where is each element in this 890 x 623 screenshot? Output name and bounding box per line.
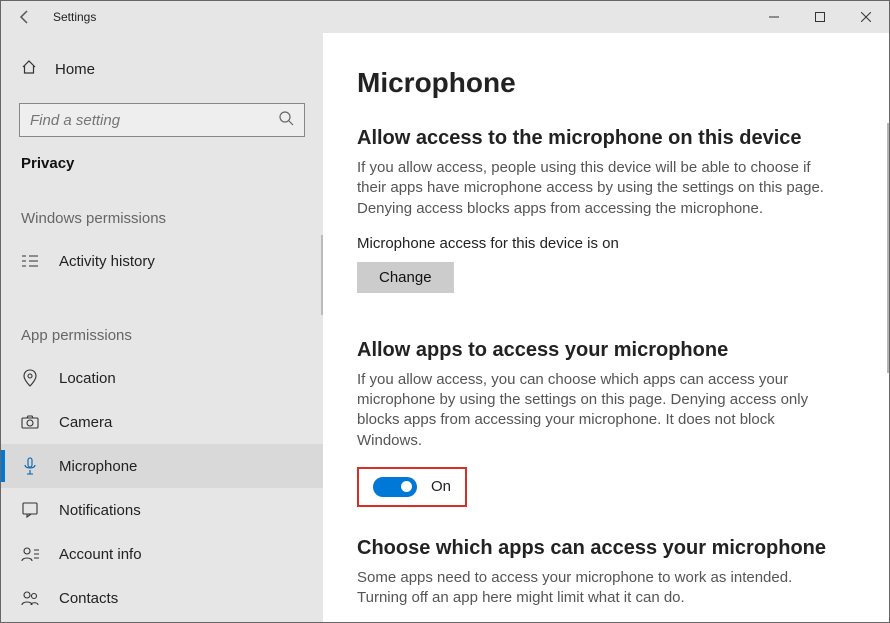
sidebar-item-label: Notifications xyxy=(59,502,141,519)
back-button[interactable] xyxy=(1,1,49,33)
window-controls xyxy=(751,1,889,33)
search-icon xyxy=(278,110,294,131)
change-button[interactable]: Change xyxy=(357,262,454,293)
notifications-icon xyxy=(21,501,39,519)
breadcrumb: Privacy xyxy=(1,155,323,172)
section-app-access-desc: If you allow access, you can choose whic… xyxy=(357,370,837,451)
contacts-icon xyxy=(21,589,39,607)
sidebar-item-account-info[interactable]: Account info xyxy=(1,532,323,576)
content-area: Microphone Allow access to the microphon… xyxy=(323,33,889,622)
sidebar-item-contacts[interactable]: Contacts xyxy=(1,576,323,620)
account-info-icon xyxy=(21,545,39,563)
sidebar-item-camera[interactable]: Camera xyxy=(1,400,323,444)
content-scrollbar[interactable] xyxy=(887,123,889,373)
sidebar-item-label: Activity history xyxy=(59,253,155,270)
window-title: Settings xyxy=(53,10,96,24)
section-choose-apps-heading: Choose which apps can access your microp… xyxy=(357,537,855,560)
search-input[interactable] xyxy=(30,112,260,129)
sidebar-item-label: Microphone xyxy=(59,458,137,475)
sidebar-item-location[interactable]: Location xyxy=(1,356,323,400)
device-access-status: Microphone access for this device is on xyxy=(357,235,855,252)
microphone-icon xyxy=(21,457,39,475)
section-device-access-heading: Allow access to the microphone on this d… xyxy=(357,127,855,150)
home-label: Home xyxy=(55,61,95,78)
sidebar-item-microphone[interactable]: Microphone xyxy=(1,444,323,488)
window-body: Home Privacy Windows permissions Activit… xyxy=(1,33,889,622)
page-title: Microphone xyxy=(357,67,855,99)
allow-apps-toggle[interactable] xyxy=(373,477,417,497)
minimize-button[interactable] xyxy=(751,1,797,33)
allow-apps-toggle-highlight: On xyxy=(357,467,467,507)
camera-icon xyxy=(21,413,39,431)
allow-apps-toggle-label: On xyxy=(431,478,451,495)
maximize-button[interactable] xyxy=(797,1,843,33)
home-icon xyxy=(21,59,37,79)
sidebar-item-notifications[interactable]: Notifications xyxy=(1,488,323,532)
location-icon xyxy=(21,369,39,387)
section-choose-apps-desc: Some apps need to access your microphone… xyxy=(357,568,837,609)
sidebar-scrollbar[interactable] xyxy=(321,235,323,315)
settings-window: Settings Home Privacy Windows permission… xyxy=(0,0,890,623)
sidebar-item-label: Contacts xyxy=(59,590,118,607)
sidebar-item-label: Location xyxy=(59,370,116,387)
close-button[interactable] xyxy=(843,1,889,33)
group-windows-permissions: Windows permissions xyxy=(1,210,323,227)
sidebar: Home Privacy Windows permissions Activit… xyxy=(1,33,323,622)
activity-history-icon xyxy=(21,252,39,270)
sidebar-item-activity-history[interactable]: Activity history xyxy=(1,239,323,283)
sidebar-item-label: Account info xyxy=(59,546,142,563)
section-app-access-heading: Allow apps to access your microphone xyxy=(357,339,855,362)
section-device-access-desc: If you allow access, people using this d… xyxy=(357,158,837,219)
group-app-permissions: App permissions xyxy=(1,327,323,344)
sidebar-item-label: Camera xyxy=(59,414,112,431)
search-box[interactable] xyxy=(19,103,305,137)
home-link[interactable]: Home xyxy=(1,51,323,87)
titlebar: Settings xyxy=(1,1,889,33)
